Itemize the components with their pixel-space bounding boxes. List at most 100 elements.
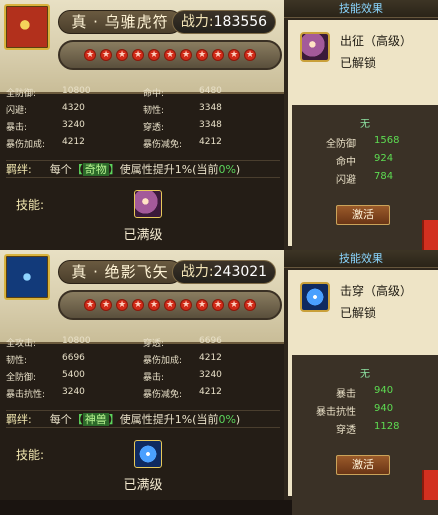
stat-value: 10800 bbox=[62, 336, 91, 346]
stat-list: 全攻击: 10800 穿透: 6696 韧性: 6696 暴伤加成: 4212 全防御: 54… bbox=[6, 334, 280, 402]
stat-label: 闪避: bbox=[6, 106, 28, 116]
stat-label: 穿透: bbox=[143, 339, 165, 349]
bond-middle: 使属性提升1%(当前 bbox=[119, 163, 219, 176]
stat-label: 穿透: bbox=[143, 123, 165, 133]
star-icon: ★ bbox=[212, 49, 224, 61]
star-icon: ★ bbox=[84, 299, 96, 311]
star-rating: ★ ★ ★ ★ ★ ★ ★ ★ ★ ★ ★ bbox=[58, 40, 282, 70]
star-icon: ★ bbox=[100, 49, 112, 61]
star-icon: ★ bbox=[212, 299, 224, 311]
star-icon: ★ bbox=[180, 299, 192, 311]
activate-button[interactable]: 激活 bbox=[336, 205, 390, 225]
skill-label: 技能: bbox=[16, 448, 45, 462]
stat-value: 6480 bbox=[199, 86, 222, 96]
none-text: 无 bbox=[360, 369, 370, 380]
bond-bracket-open: 【 bbox=[71, 163, 83, 176]
star-icon: ★ bbox=[164, 49, 176, 61]
card-header: 真 · 乌骓虎符 战力:183556 ★ ★ ★ ★ ★ ★ ★ ★ ★ ★ ★ bbox=[0, 0, 284, 94]
stat-label: 暴伤减免: bbox=[143, 390, 183, 400]
effect-row: 命中 924 bbox=[292, 153, 438, 168]
stat-value: 4212 bbox=[199, 353, 222, 363]
stat-label: 韧性: bbox=[6, 356, 28, 366]
skill-name: 击穿（高级） bbox=[340, 284, 413, 298]
effect-row: 闪避 784 bbox=[292, 171, 438, 186]
effect-list: 无 全防御 1568 命中 924 闪避 784 激活 bbox=[292, 105, 438, 265]
artifact-card-1: 真 · 乌骓虎符 战力:183556 ★ ★ ★ ★ ★ ★ ★ ★ ★ ★ ★… bbox=[0, 0, 284, 250]
star-icon: ★ bbox=[164, 299, 176, 311]
bond-current: 0% bbox=[218, 163, 236, 176]
skill-row: 技能: bbox=[6, 190, 280, 220]
skill-icon[interactable] bbox=[134, 190, 162, 218]
star-icon: ★ bbox=[132, 299, 144, 311]
effect-value: 1568 bbox=[374, 135, 400, 146]
stat-label: 暴伤减免: bbox=[143, 140, 183, 150]
stat-value: 4212 bbox=[199, 387, 222, 397]
stat-label: 全防御: bbox=[6, 373, 37, 383]
star-icon: ★ bbox=[196, 299, 208, 311]
effect-value: 940 bbox=[374, 385, 394, 396]
power-display: 战力:243021 bbox=[172, 260, 276, 284]
stat-value: 3240 bbox=[199, 370, 222, 380]
stat-value: 3348 bbox=[199, 120, 222, 130]
effect-value: 924 bbox=[374, 153, 394, 164]
unlock-status: 已解锁 bbox=[340, 56, 377, 70]
panel-title: 技能效果 bbox=[284, 250, 438, 268]
card-header: 真 · 绝影飞矢 战力:243021 ★ ★ ★ ★ ★ ★ ★ ★ ★ ★ ★ bbox=[0, 250, 284, 344]
effect-label: 命中 bbox=[336, 157, 356, 168]
star-icon: ★ bbox=[244, 299, 256, 311]
star-icon: ★ bbox=[116, 299, 128, 311]
star-icon: ★ bbox=[228, 49, 240, 61]
power-label: 战力: bbox=[180, 14, 214, 30]
skill-effect-panel-2: 技能效果 击穿（高级） 已解锁 无 暴击 940 暴击抗性 940 穿透 1128 激… bbox=[284, 250, 438, 515]
skill-icon[interactable] bbox=[134, 440, 162, 468]
effect-value: 784 bbox=[374, 171, 394, 182]
stat-value: 5400 bbox=[62, 370, 85, 380]
stat-label: 全攻击: bbox=[6, 339, 37, 349]
panel-body: 击穿（高级） 已解锁 无 暴击 940 暴击抗性 940 穿透 1128 激活 bbox=[288, 270, 438, 515]
star-icon: ★ bbox=[100, 299, 112, 311]
effect-row: 全防御 1568 bbox=[292, 135, 438, 150]
stat-value: 3348 bbox=[199, 103, 222, 113]
effect-row: 穿透 1128 bbox=[292, 421, 438, 436]
bond-item[interactable]: 神兽 bbox=[82, 413, 109, 426]
bond-bracket-open: 【 bbox=[71, 413, 83, 426]
star-icon: ★ bbox=[116, 49, 128, 61]
effect-value: 1128 bbox=[374, 421, 400, 432]
panel-title: 技能效果 bbox=[284, 0, 438, 18]
bond-middle: 使属性提升1%(当前 bbox=[119, 413, 219, 426]
bond-prefix: 每个 bbox=[49, 163, 72, 176]
panel-body: 出征（高级） 已解锁 无 全防御 1568 命中 924 闪避 784 激活 bbox=[288, 20, 438, 265]
ribbon-decoration bbox=[422, 220, 438, 250]
bond-label: 羁绊: bbox=[6, 163, 32, 176]
bond-current: 0% bbox=[218, 413, 236, 426]
skill-icon bbox=[300, 32, 330, 62]
power-label: 战力: bbox=[180, 264, 214, 280]
stat-label: 暴击: bbox=[143, 373, 165, 383]
star-icon: ★ bbox=[180, 49, 192, 61]
effect-label: 穿透 bbox=[336, 425, 356, 436]
star-icon: ★ bbox=[244, 49, 256, 61]
bond-item[interactable]: 奇物 bbox=[82, 163, 109, 176]
stat-value: 6696 bbox=[199, 336, 222, 346]
star-icon: ★ bbox=[84, 49, 96, 61]
effect-label: 全防御 bbox=[326, 139, 356, 150]
star-icon: ★ bbox=[148, 299, 160, 311]
stat-label: 暴伤加成: bbox=[6, 140, 46, 150]
power-value: 183556 bbox=[213, 14, 268, 30]
stat-value: 3240 bbox=[62, 120, 85, 130]
effect-value: 940 bbox=[374, 403, 394, 414]
skill-name: 出征（高级） bbox=[340, 34, 413, 48]
stat-label: 命中: bbox=[143, 89, 165, 99]
effect-row: 暴击抗性 940 bbox=[292, 403, 438, 418]
tiger-tally-icon[interactable] bbox=[4, 4, 50, 50]
none-text: 无 bbox=[360, 119, 370, 130]
star-icon: ★ bbox=[148, 49, 160, 61]
power-value: 243021 bbox=[213, 264, 268, 280]
bond-suffix: ) bbox=[235, 413, 241, 426]
effect-label: 闪避 bbox=[336, 175, 356, 186]
activate-button[interactable]: 激活 bbox=[336, 455, 390, 475]
arrow-icon[interactable] bbox=[4, 254, 50, 300]
bond-prefix: 每个 bbox=[49, 413, 72, 426]
item-name: 真 · 绝影飞矢 bbox=[58, 260, 182, 284]
stat-value: 10800 bbox=[62, 86, 91, 96]
